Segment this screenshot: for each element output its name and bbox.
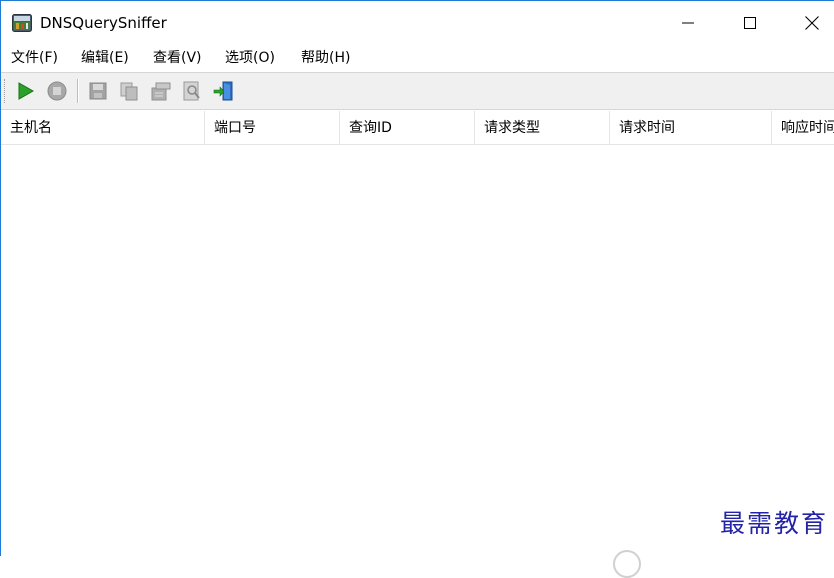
exit-button[interactable] [213, 80, 235, 102]
menu-view[interactable]: 查看(V) [153, 49, 202, 67]
query-list[interactable] [1, 145, 834, 557]
toolbar-separator [77, 79, 78, 103]
list-header: 主机名 端口号 查询ID 请求类型 请求时间 响应时间 [1, 111, 834, 145]
column-header-hostname[interactable]: 主机名 [1, 111, 205, 144]
save-button[interactable] [87, 80, 109, 102]
minimize-icon [682, 22, 694, 24]
find-icon [183, 81, 200, 101]
save-icon [89, 82, 107, 100]
column-header-query-id[interactable]: 查询ID [340, 111, 475, 144]
properties-icon [151, 82, 171, 101]
maximize-button[interactable] [719, 1, 781, 45]
find-button[interactable] [181, 80, 203, 102]
app-icon [12, 14, 32, 32]
menu-help[interactable]: 帮助(H) [301, 49, 350, 67]
column-header-request-time[interactable]: 请求时间 [610, 111, 772, 144]
maximize-icon [744, 17, 756, 29]
play-icon [18, 82, 35, 100]
minimize-button[interactable] [657, 1, 719, 45]
close-button[interactable] [781, 1, 834, 45]
menu-file[interactable]: 文件(F) [11, 49, 58, 67]
title-bar[interactable]: DNSQuerySniffer [1, 1, 834, 45]
stop-capture-button[interactable] [46, 80, 68, 102]
toolbar-grip[interactable] [4, 79, 7, 103]
start-capture-button[interactable] [14, 80, 36, 102]
toolbar [1, 72, 834, 110]
menu-options[interactable]: 选项(O) [225, 49, 275, 67]
column-header-response-time[interactable]: 响应时间 [772, 111, 834, 144]
column-header-port[interactable]: 端口号 [205, 111, 340, 144]
window-title: DNSQuerySniffer [40, 14, 167, 32]
menu-bar: 文件(F) 编辑(E) 查看(V) 选项(O) 帮助(H) [1, 45, 834, 71]
app-window: DNSQuerySniffer 文件(F) 编辑(E) 查看(V) 选项(O) … [0, 0, 834, 578]
properties-button[interactable] [150, 80, 172, 102]
column-header-request-type[interactable]: 请求类型 [475, 111, 610, 144]
exit-icon [213, 81, 233, 101]
menu-edit[interactable]: 编辑(E) [81, 49, 129, 67]
stop-icon [47, 81, 67, 101]
copy-icon [120, 82, 138, 101]
copy-button[interactable] [118, 80, 140, 102]
close-icon [805, 16, 819, 30]
decorative-ring [613, 550, 641, 578]
watermark: 最需教育 [719, 509, 828, 538]
